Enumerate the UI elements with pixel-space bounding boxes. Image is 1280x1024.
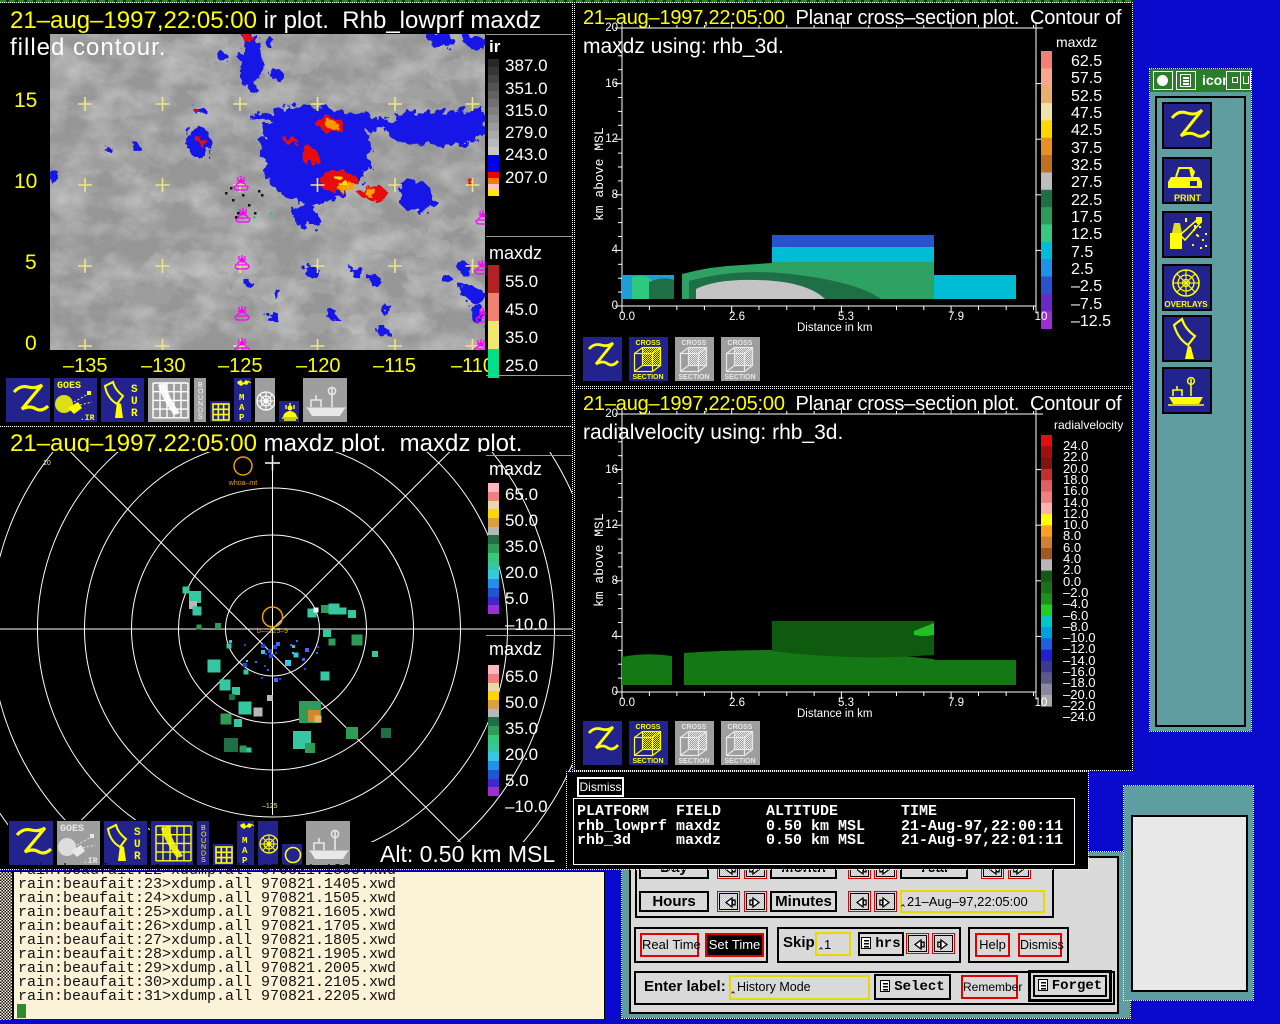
svg-text:CROSS: CROSS — [728, 724, 753, 731]
svg-text:P: P — [239, 413, 245, 422]
svg-text:GOES: GOES — [57, 381, 81, 392]
svg-text:CROSS: CROSS — [728, 340, 753, 347]
svg-text:M: M — [242, 836, 247, 846]
svg-text:M: M — [239, 393, 244, 403]
svg-text:GOES: GOES — [60, 824, 84, 835]
svg-text:10: 10 — [43, 460, 51, 467]
svg-text:b=–125–9: b=–125–9 — [257, 628, 288, 635]
svg-text:whoa–mt: whoa–mt — [228, 480, 257, 487]
svg-text:SECTION: SECTION — [678, 374, 709, 381]
svg-text:U: U — [131, 396, 138, 408]
svg-text:SECTION: SECTION — [724, 758, 755, 765]
svg-text:S: S — [198, 414, 203, 421]
svg-text:U: U — [134, 839, 141, 851]
svg-text:–125: –125 — [262, 803, 278, 810]
svg-text:.IR: .IR — [80, 414, 95, 422]
svg-text:SECTION: SECTION — [724, 374, 755, 381]
svg-text:CROSS: CROSS — [682, 340, 707, 347]
svg-text:CROSS: CROSS — [636, 340, 661, 347]
svg-text:OVERLAYS: OVERLAYS — [1164, 300, 1208, 309]
svg-text:CROSS: CROSS — [636, 724, 661, 731]
svg-text:SECTION: SECTION — [632, 374, 663, 381]
svg-text:S: S — [134, 827, 141, 839]
svg-text:SECTION: SECTION — [678, 758, 709, 765]
svg-text:SECTION: SECTION — [632, 758, 663, 765]
svg-text:CROSS: CROSS — [682, 724, 707, 731]
svg-text:A: A — [239, 403, 245, 413]
svg-text:PRINT: PRINT — [1174, 193, 1202, 202]
svg-text:R: R — [131, 408, 138, 420]
svg-text:S: S — [131, 384, 138, 396]
svg-text:A: A — [242, 846, 248, 856]
